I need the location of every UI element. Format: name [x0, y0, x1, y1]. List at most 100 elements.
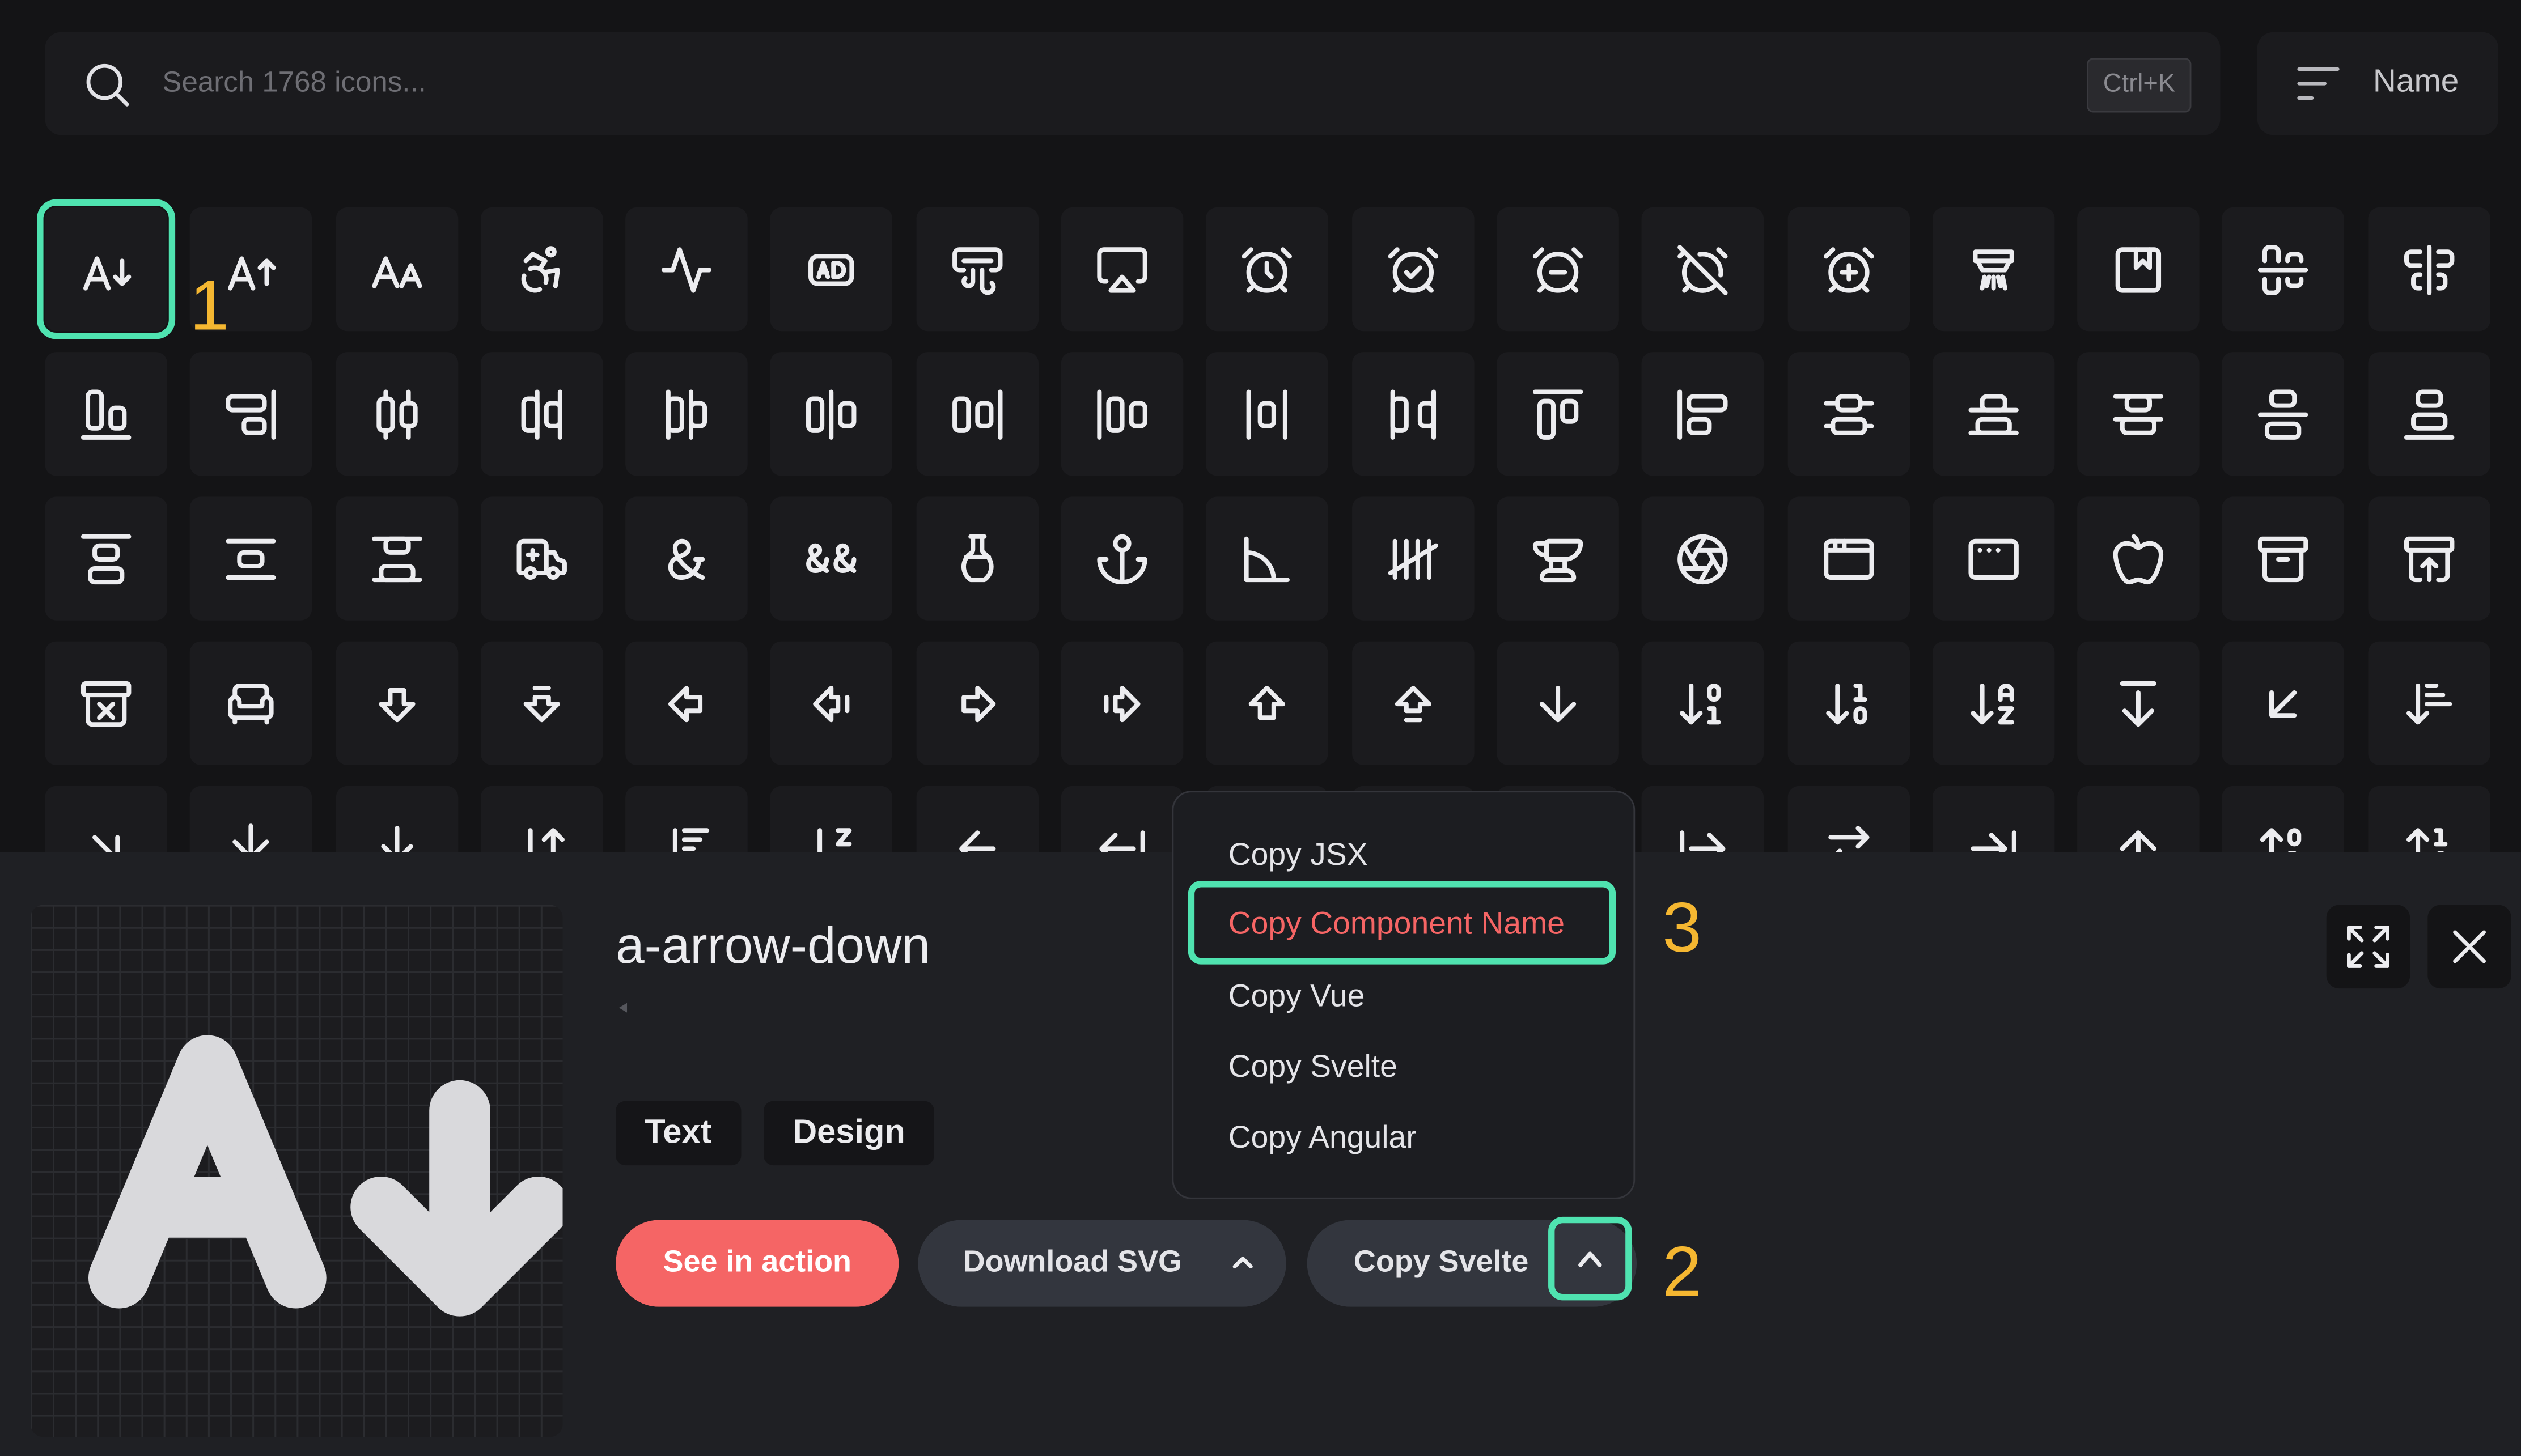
icon-tile[interactable]: [1061, 641, 1184, 765]
menu-item-copy-component-name[interactable]: Copy Component Name: [1188, 881, 1616, 965]
icon-tile[interactable]: [2077, 207, 2200, 332]
icon-tile[interactable]: [1351, 207, 1474, 332]
icon-tile[interactable]: [1206, 496, 1329, 621]
app-window-icon: [1823, 538, 1874, 579]
annoyed-tally-icon: [1387, 538, 1438, 579]
icon-tile[interactable]: [1642, 641, 1764, 765]
tag-text[interactable]: Text: [616, 1101, 741, 1166]
icon-tile[interactable]: [916, 207, 1039, 332]
icon-tile[interactable]: [625, 496, 748, 621]
chevron-up-icon[interactable]: [1231, 1254, 1254, 1270]
arrow-down-left-icon: [2270, 689, 2298, 717]
icon-tile[interactable]: [1206, 207, 1329, 332]
icon-tile[interactable]: [625, 352, 748, 476]
icon-tile[interactable]: [1787, 352, 1909, 476]
menu-item-copy-vue[interactable]: Copy Vue: [1228, 979, 1365, 1016]
icon-tile[interactable]: [45, 496, 167, 621]
icon-tile[interactable]: [2077, 352, 2200, 476]
icon-tile[interactable]: [916, 641, 1039, 765]
icon-tile[interactable]: [1351, 352, 1474, 476]
icon-tile[interactable]: [2222, 207, 2345, 332]
icon-tile[interactable]: [480, 496, 603, 621]
alarm-off-icon: [1677, 244, 1728, 295]
tag-design[interactable]: Design: [764, 1101, 934, 1166]
icon-tile[interactable]: [480, 352, 603, 476]
icon-tile[interactable]: [190, 641, 313, 765]
menu-item-copy-jsx[interactable]: Copy JSX: [1228, 838, 1368, 875]
icon-tile[interactable]: [335, 641, 458, 765]
icon-tile[interactable]: [2222, 496, 2345, 621]
icon-tile[interactable]: [1061, 496, 1184, 621]
icon-tile[interactable]: [1351, 641, 1474, 765]
arrow-down-from-line-icon: [2120, 680, 2157, 726]
icon-tile[interactable]: [1206, 641, 1329, 765]
fullscreen-button[interactable]: [2326, 905, 2410, 989]
align-vertical-space-around-icon: [226, 538, 277, 579]
icon-tile[interactable]: [2367, 352, 2490, 476]
icon-tile[interactable]: [1932, 496, 2055, 621]
icon-tile[interactable]: [2222, 641, 2345, 765]
icon-tile[interactable]: [190, 352, 313, 476]
icon-tile[interactable]: [1932, 641, 2055, 765]
icon-tile[interactable]: [480, 207, 603, 332]
icon-tile[interactable]: [1061, 352, 1184, 476]
icon-tile[interactable]: [770, 207, 893, 332]
icon-tile[interactable]: [2222, 352, 2345, 476]
icon-preview: [30, 905, 563, 1437]
icon-tile[interactable]: [1497, 352, 1619, 476]
a-arrow-up-icon: [228, 255, 277, 290]
icon-tile[interactable]: [2077, 641, 2200, 765]
icon-tile[interactable]: [335, 352, 458, 476]
icon-tile[interactable]: [916, 352, 1039, 476]
icon-tile[interactable]: [1932, 207, 2055, 332]
icon-tile[interactable]: [45, 352, 167, 476]
icon-tile[interactable]: [625, 207, 748, 332]
icon-tile[interactable]: [770, 496, 893, 621]
icon-tile[interactable]: [770, 641, 893, 765]
copy-options-toggle[interactable]: [1548, 1216, 1632, 1301]
icon-tile[interactable]: [1787, 496, 1909, 621]
icon-tile[interactable]: [2367, 207, 2490, 332]
sort-button[interactable]: Name: [2257, 32, 2499, 135]
align-center-horizontal-icon: [2259, 244, 2309, 295]
icon-tile[interactable]: [625, 641, 748, 765]
icon-tile[interactable]: [45, 641, 167, 765]
icon-tile[interactable]: [335, 496, 458, 621]
icon-tile[interactable]: [1787, 641, 1909, 765]
accessibility-icon: [521, 245, 560, 292]
see-in-action-button[interactable]: See in action: [616, 1220, 899, 1307]
icon-tile[interactable]: [1642, 352, 1764, 476]
icon-tile[interactable]: [1642, 207, 1764, 332]
icon-tile[interactable]: [1497, 641, 1619, 765]
icon-tile[interactable]: [2077, 496, 2200, 621]
icon-tile[interactable]: [480, 641, 603, 765]
icon-tile[interactable]: [1932, 352, 2055, 476]
icon-tile-selected[interactable]: [37, 199, 176, 339]
icon-tile[interactable]: [1787, 207, 1909, 332]
arrow-big-up-dash-icon: [1394, 685, 1431, 721]
icon-tile[interactable]: [770, 352, 893, 476]
archive-x-icon: [80, 680, 132, 726]
icon-tile[interactable]: [335, 207, 458, 332]
search-input[interactable]: Search 1768 icons...: [162, 66, 426, 100]
scroll-left-icon[interactable]: [618, 1003, 628, 1013]
menu-item-copy-svelte[interactable]: Copy Svelte: [1228, 1050, 1397, 1086]
icon-tile[interactable]: [2367, 496, 2490, 621]
icon-tile[interactable]: [1497, 207, 1619, 332]
icon-tile[interactable]: [1642, 496, 1764, 621]
icon-tile[interactable]: [1497, 496, 1619, 621]
copy-button-label: Copy Svelte: [1353, 1245, 1529, 1280]
airplay-icon: [1097, 246, 1147, 292]
icon-tile[interactable]: [1351, 496, 1474, 621]
close-button[interactable]: [2427, 905, 2511, 989]
icon-tile[interactable]: [916, 496, 1039, 621]
download-svg-button[interactable]: Download SVG: [918, 1220, 1286, 1307]
icon-tile[interactable]: [1061, 207, 1184, 332]
app-window-mac-icon: [1968, 538, 2019, 579]
align-end-horizontal-icon: [80, 389, 132, 439]
menu-item-copy-angular[interactable]: Copy Angular: [1228, 1120, 1417, 1157]
icon-tile[interactable]: [1206, 352, 1329, 476]
icon-tile[interactable]: [2367, 641, 2490, 765]
search-bar[interactable]: Search 1768 icons... Ctrl+K: [45, 32, 2221, 135]
icon-tile[interactable]: [190, 496, 313, 621]
